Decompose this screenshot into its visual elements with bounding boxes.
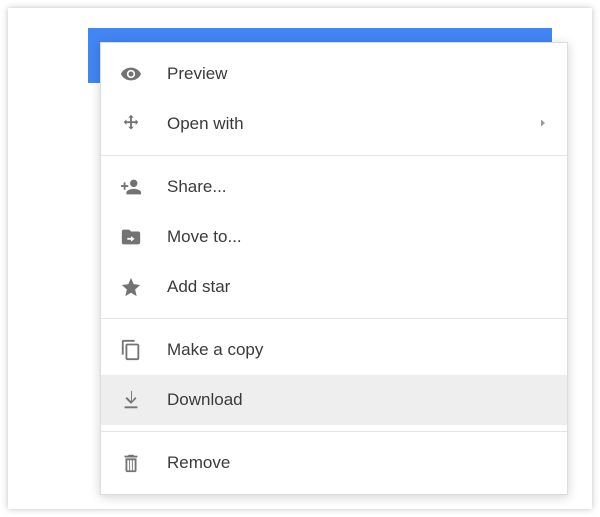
trash-icon <box>119 451 143 475</box>
folder-arrow-icon <box>119 225 143 249</box>
menu-divider <box>101 431 567 432</box>
add-person-icon <box>119 175 143 199</box>
star-icon <box>119 275 143 299</box>
download-icon <box>119 388 143 412</box>
copy-icon <box>119 338 143 362</box>
context-menu: Preview Open with Share... Move to... <box>100 42 568 495</box>
menu-item-download[interactable]: Download <box>101 375 567 425</box>
menu-item-label: Preview <box>167 64 227 84</box>
move-arrows-icon <box>119 112 143 136</box>
menu-divider <box>101 318 567 319</box>
menu-item-make-copy[interactable]: Make a copy <box>101 325 567 375</box>
chevron-right-icon <box>537 116 549 132</box>
menu-item-label: Make a copy <box>167 340 263 360</box>
menu-item-preview[interactable]: Preview <box>101 49 567 99</box>
menu-item-move-to[interactable]: Move to... <box>101 212 567 262</box>
menu-item-remove[interactable]: Remove <box>101 438 567 488</box>
menu-item-label: Download <box>167 390 243 410</box>
menu-item-open-with[interactable]: Open with <box>101 99 567 149</box>
menu-item-add-star[interactable]: Add star <box>101 262 567 312</box>
menu-item-label: Open with <box>167 114 244 134</box>
menu-bottom-padding <box>101 488 567 494</box>
menu-item-label: Remove <box>167 453 230 473</box>
eye-icon <box>119 62 143 86</box>
menu-divider <box>101 155 567 156</box>
menu-item-label: Move to... <box>167 227 242 247</box>
menu-item-label: Share... <box>167 177 227 197</box>
app-frame: M Preview Open with Share... <box>8 8 592 509</box>
menu-item-label: Add star <box>167 277 230 297</box>
menu-item-share[interactable]: Share... <box>101 162 567 212</box>
